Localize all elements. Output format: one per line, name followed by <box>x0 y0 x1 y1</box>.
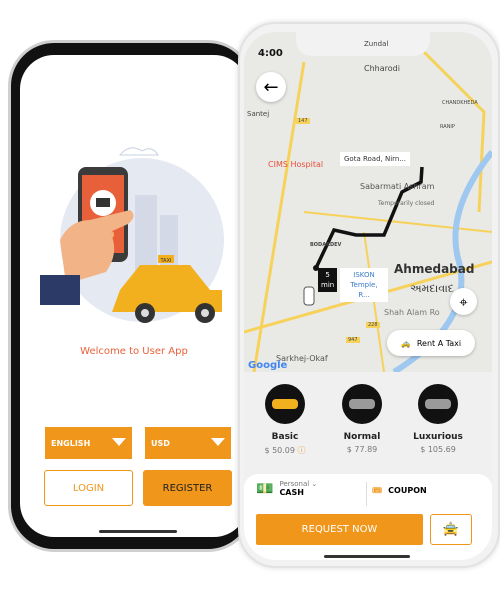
payment-method: CASH <box>279 488 304 497</box>
divider <box>366 482 367 506</box>
road-number: 947 <box>346 337 360 343</box>
map-place-label: Sabarmati Ashram <box>360 182 435 191</box>
coupon-icon: 🎟 <box>372 486 383 495</box>
map-place-label: Santej <box>247 110 270 118</box>
payment-type: Personal <box>279 480 310 488</box>
schedule-ride-button[interactable]: 🚖 <box>430 514 472 545</box>
currency-value: USD <box>151 438 170 448</box>
drop-label: ISKON Temple, R... <box>340 268 388 302</box>
map-place-label: BODAKDEV <box>310 242 342 248</box>
eta-value: 5 <box>325 271 330 279</box>
eta-badge: 5 min <box>318 268 338 292</box>
map-place-label: Shah Alam Ro <box>384 308 440 317</box>
cash-icon: 💵 <box>256 480 274 497</box>
car-icon: 🚕 <box>400 338 411 348</box>
car-price: $ 77.89 <box>346 445 378 454</box>
car-icon <box>265 384 305 424</box>
car-name: Basic <box>271 432 299 442</box>
currency-select[interactable]: USD <box>145 427 231 459</box>
car-price: $ 50.09 ⓘ <box>264 446 306 455</box>
hospital-label: CIMS Hospital <box>268 160 324 169</box>
map[interactable]: 4:00 Zundal Chharodi Santej CHANDKHEDA R… <box>244 32 492 372</box>
car-option-luxurious[interactable]: Luxurious $ 105.69 <box>398 384 478 454</box>
ride-screen: 4:00 Zundal Chharodi Santej CHANDKHEDA R… <box>244 32 492 560</box>
google-logo: Google <box>248 360 288 371</box>
pickup-label: Gota Road, Nirn... <box>340 152 411 166</box>
car-name: Normal <box>343 432 381 442</box>
taxi-schedule-icon: 🚖 <box>442 522 460 537</box>
car-price: $ 105.69 <box>420 445 456 454</box>
map-place-label: Zundal <box>364 40 389 48</box>
notch <box>296 32 430 56</box>
map-place-label: Chharodi <box>364 64 400 73</box>
coupon-label: COUPON <box>388 486 427 495</box>
home-indicator <box>324 555 410 558</box>
info-icon[interactable]: ⓘ <box>298 446 306 455</box>
booking-panel: 💵 Personal ⌄ CASH 🎟 COUPON REQUEST NOW 🚖 <box>244 474 492 560</box>
dropdown-arrow-icon <box>211 438 225 446</box>
status-time: 4:00 <box>258 48 283 59</box>
language-select[interactable]: ENGLISH <box>45 427 132 459</box>
map-place-label: Temporarily closed <box>378 200 435 207</box>
rent-taxi-button[interactable]: 🚕 Rent A Taxi <box>387 330 475 356</box>
crosshair-icon: ⌖ <box>459 292 468 311</box>
map-place-label: CHANDKHEDA <box>442 100 478 106</box>
language-value: ENGLISH <box>51 438 91 448</box>
home-indicator <box>99 530 177 533</box>
login-screen: OK TAXI <box>20 55 248 537</box>
car-icon <box>342 384 382 424</box>
rent-taxi-label: Rent A Taxi <box>416 338 462 348</box>
arrow-left-icon: ← <box>263 76 279 98</box>
car-icon <box>418 384 458 424</box>
welcome-text: Welcome to User App <box>80 346 188 357</box>
car-option-basic[interactable]: Basic $ 50.09 ⓘ <box>245 384 325 456</box>
locate-me-button[interactable]: ⌖ <box>450 288 477 315</box>
car-option-normal[interactable]: Normal $ 77.89 <box>322 384 402 454</box>
car-name: Luxurious <box>413 432 463 442</box>
eta-unit: min <box>321 281 335 289</box>
dropdown-arrow-icon <box>112 438 126 446</box>
city-local-label: અમદાવાદ <box>410 282 454 295</box>
road-number: 147 <box>296 118 310 124</box>
request-now-button[interactable]: REQUEST NOW <box>256 514 423 545</box>
login-button[interactable]: LOGIN <box>44 470 133 506</box>
payment-selector[interactable]: 💵 Personal ⌄ CASH <box>256 480 317 497</box>
map-place-label: RANIP <box>440 124 455 130</box>
city-label: Ahmedabad <box>394 262 475 276</box>
road-number: 228 <box>366 322 380 328</box>
coupon-button[interactable]: 🎟 COUPON <box>372 486 427 495</box>
taxi-app-illustration: OK TAXI <box>40 147 224 323</box>
register-button[interactable]: REGISTER <box>143 470 232 506</box>
illustration-taxi-sign: TAXI <box>160 258 172 264</box>
back-button[interactable]: ← <box>256 72 286 102</box>
